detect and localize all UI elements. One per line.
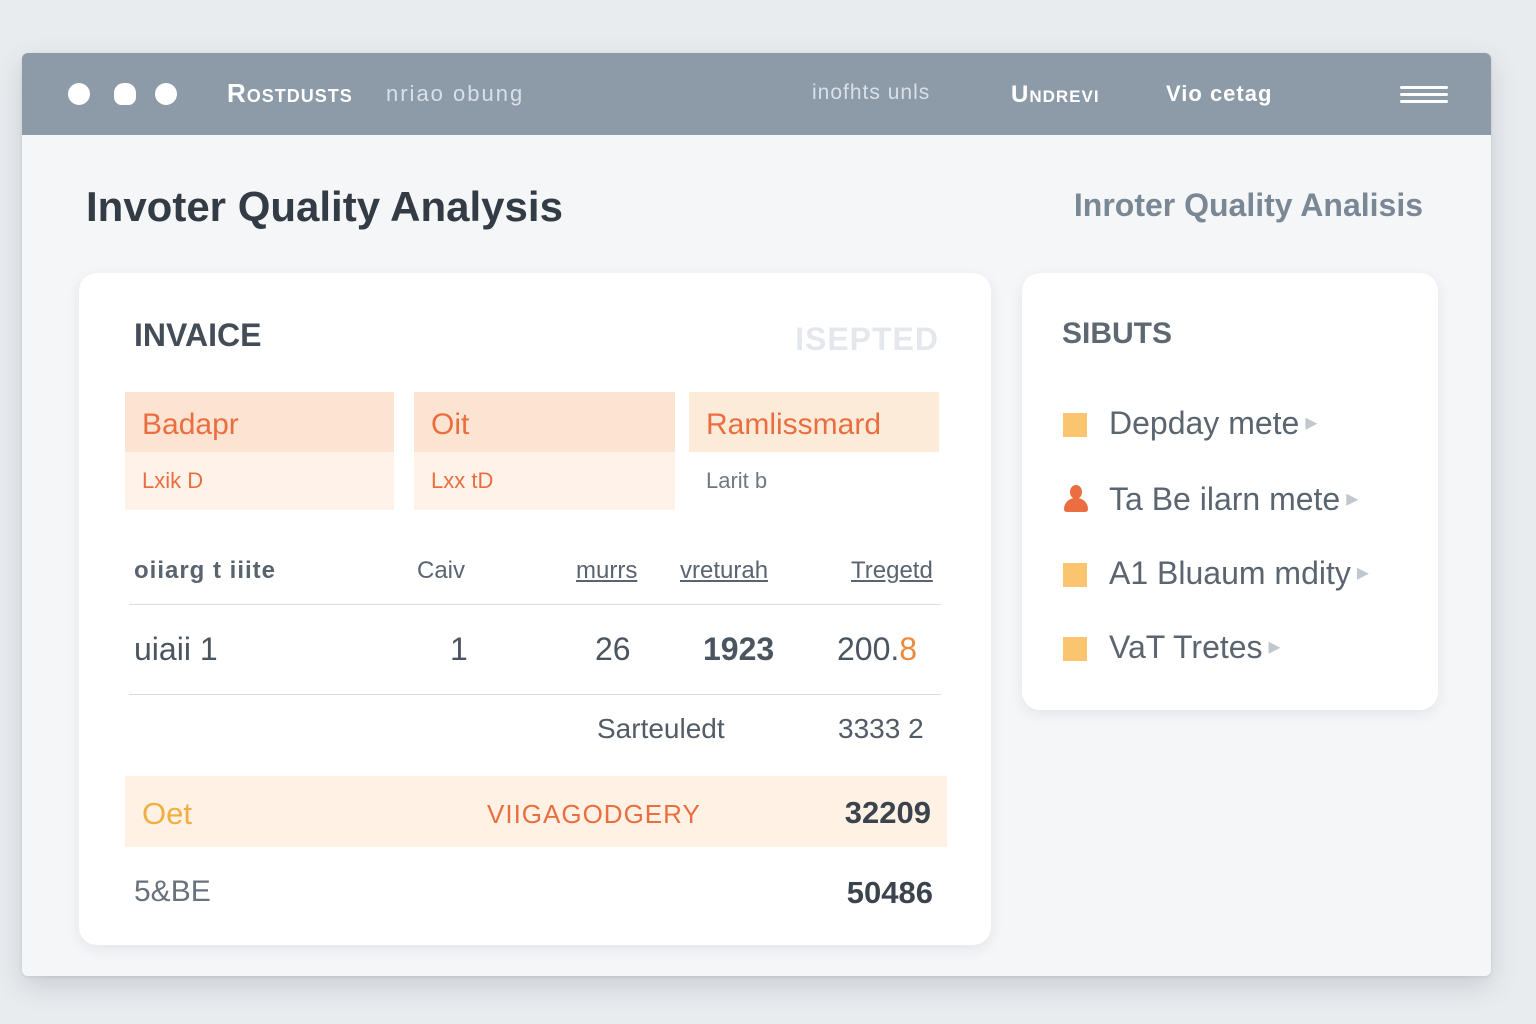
page-subtitle: Inroter Quality Analisis bbox=[1073, 187, 1423, 223]
sidebar-item[interactable]: Ta Be ilarn mete ▸ bbox=[1062, 481, 1422, 521]
table-divider bbox=[129, 604, 941, 605]
highlight-label: Oet bbox=[142, 796, 192, 831]
footer-value: 50486 bbox=[846, 875, 933, 910]
summary-tile[interactable]: Ramlissmard Larit b bbox=[689, 392, 939, 510]
brand-subtitle: nriao obung bbox=[386, 81, 525, 106]
square-icon bbox=[1063, 413, 1087, 437]
subtotal-value: 3333 2 bbox=[838, 713, 924, 744]
table-header: oiiarg t iiite Caiv murrs vreturah Trege… bbox=[134, 557, 944, 587]
tile-subtext: Lxx tD bbox=[431, 468, 494, 493]
square-icon bbox=[1063, 563, 1087, 587]
highlighted-total-row[interactable]: Oet VIIGAGODGERY 32209 bbox=[125, 776, 947, 847]
table-cell: 1923 bbox=[703, 631, 775, 667]
column-header[interactable]: Caiv bbox=[417, 557, 465, 585]
nav-link[interactable]: Undrevi bbox=[1011, 81, 1100, 109]
chevron-right-icon: ▸ bbox=[1356, 559, 1369, 586]
page-title: Invoter Quality Analysis bbox=[86, 183, 563, 230]
tile-heading: Ramlissmard bbox=[689, 392, 939, 452]
table-divider bbox=[129, 694, 941, 695]
hamburger-menu-icon[interactable] bbox=[1400, 86, 1450, 104]
table-cell: uiaii 1 bbox=[134, 631, 218, 667]
window-dot-icon[interactable] bbox=[155, 83, 177, 105]
column-header: oiiarg t iiite bbox=[134, 557, 277, 584]
chevron-right-icon: ▸ bbox=[1305, 409, 1318, 436]
sidebar-item[interactable]: VaT Tretes ▸ bbox=[1062, 629, 1422, 669]
subtotal-label: Sarteuledt bbox=[597, 713, 725, 744]
sidebar-item[interactable]: Depday mete ▸ bbox=[1062, 405, 1422, 445]
tile-subtext: Lxik D bbox=[142, 468, 204, 493]
column-header[interactable]: Tregetd bbox=[851, 557, 933, 585]
highlight-value: 32209 bbox=[844, 795, 931, 830]
tile-subtext: Larit b bbox=[706, 468, 768, 493]
cell-value-accent: 8 bbox=[899, 631, 918, 667]
table-cell: 200.8 bbox=[837, 631, 917, 668]
sidebar-item-label: Ta Be ilarn mete bbox=[1109, 481, 1341, 517]
sidebar-item-label: A1 Bluaum mdity bbox=[1109, 555, 1351, 591]
sidebar-title: SIBUTS bbox=[1062, 317, 1173, 350]
invoice-title: INVAICE bbox=[134, 317, 262, 353]
square-icon bbox=[1063, 637, 1087, 661]
column-header[interactable]: murrs bbox=[576, 557, 637, 585]
summary-tile[interactable]: Oit Lxx tD bbox=[414, 392, 675, 510]
sidebar-item[interactable]: A1 Bluaum mdity ▸ bbox=[1062, 555, 1422, 595]
invoice-card: INVAICE ISEPTED Badapr Lxik D Oit Lxx tD… bbox=[79, 273, 991, 945]
sidebar-item-label: Depday mete bbox=[1109, 405, 1300, 441]
person-icon bbox=[1062, 485, 1090, 515]
sidebar-item-label: VaT Tretes bbox=[1109, 629, 1263, 665]
footer-label: 5&BE bbox=[134, 875, 211, 908]
table-row[interactable]: uiaii 1 1 26 1923 200.8 bbox=[134, 631, 944, 671]
column-header[interactable]: vreturah bbox=[680, 557, 768, 585]
top-navigation-bar: Rostdusts nriao obung inofhts unls Undre… bbox=[22, 53, 1491, 135]
sidebar-card: SIBUTS Depday mete ▸ Ta Be ilarn mete ▸ A1… bbox=[1022, 273, 1438, 710]
window-dot-icon[interactable] bbox=[68, 83, 90, 105]
tile-heading: Oit bbox=[414, 392, 675, 452]
nav-link[interactable]: inofhts unls bbox=[812, 81, 930, 105]
invoice-status: ISEPTED bbox=[795, 321, 939, 357]
brand-name[interactable]: Rostdusts bbox=[227, 78, 353, 109]
tile-heading: Badapr bbox=[125, 392, 394, 452]
cell-value: 200. bbox=[837, 631, 900, 667]
app-window: Rostdusts nriao obung inofhts unls Undre… bbox=[22, 53, 1491, 976]
highlight-category: VIIGAGODGERY bbox=[487, 799, 701, 829]
bell-icon[interactable] bbox=[114, 83, 136, 105]
table-cell: 26 bbox=[595, 631, 631, 667]
nav-link[interactable]: Vio cetag bbox=[1166, 81, 1272, 107]
table-cell: 1 bbox=[450, 631, 468, 667]
chevron-right-icon: ▸ bbox=[1346, 485, 1359, 512]
chevron-right-icon: ▸ bbox=[1268, 633, 1281, 660]
summary-tile[interactable]: Badapr Lxik D bbox=[125, 392, 394, 510]
